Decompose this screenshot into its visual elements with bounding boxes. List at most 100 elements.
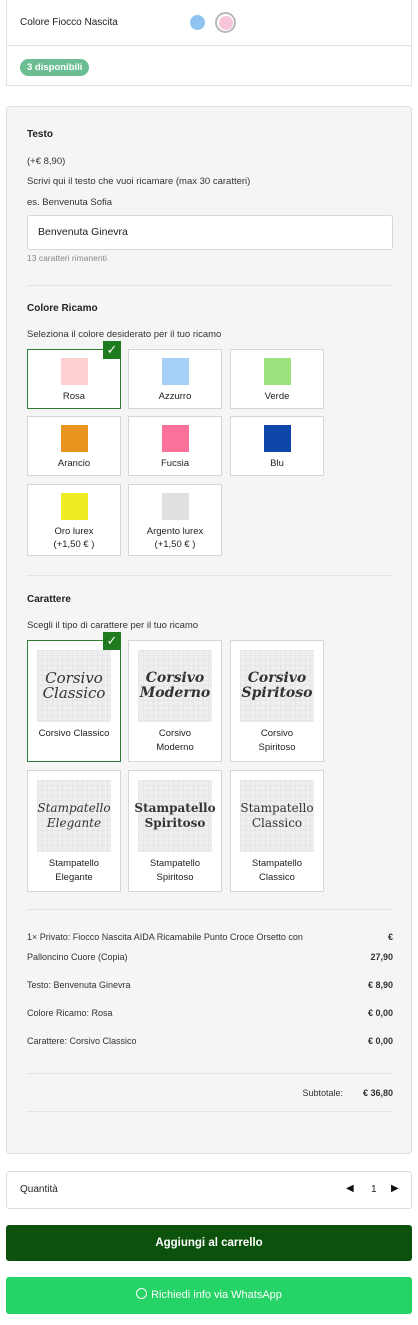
color-swatch <box>161 425 189 452</box>
font-preview: Corsivo Spiritoso <box>240 650 314 722</box>
summary-line-label: Carattere: Corsivo Classico <box>27 1036 137 1046</box>
color-option-label: Oro lurex <box>54 526 94 537</box>
checkmark-icon: ✓ <box>103 341 121 359</box>
font-preview-text: Corsivo Spiritoso <box>241 670 313 701</box>
font-option-label: Stampatello Elegante <box>48 858 100 883</box>
font-option-corsivo-classico[interactable]: ✓ Corsivo Classico Corsivo Classico <box>27 632 121 762</box>
embroidery-color-title: Colore Ricamo <box>27 303 98 314</box>
divider <box>27 285 393 286</box>
color-swatch <box>263 425 291 452</box>
color-option-label: Verde <box>264 391 290 402</box>
subtotal-row: Subtotale: € 36,80 <box>27 1083 393 1103</box>
bow-color-option: Colore Fiocco Nascita <box>6 0 412 46</box>
font-preview: Corsivo Classico <box>37 650 111 722</box>
summary-line: Carattere: Corsivo Classico € 0,00 <box>27 1031 393 1051</box>
color-option-arancio[interactable]: Arancio <box>27 416 121 476</box>
color-option-label: Azzurro <box>158 391 192 402</box>
text-section-title: Testo <box>27 129 53 140</box>
color-option-label: Fucsia <box>161 458 189 469</box>
color-option-oro-lurex[interactable]: Oro lurex (+1,50 € ) <box>27 484 121 556</box>
font-option-label: Corsivo Classico <box>38 728 110 739</box>
color-option-price: (+1,50 € ) <box>53 539 95 550</box>
add-to-cart-button[interactable]: Aggiungi al carrello <box>6 1225 412 1261</box>
summary-line: Testo: Benvenuta Ginevra € 8,90 <box>27 975 393 995</box>
color-option-blu[interactable]: Blu <box>230 416 324 476</box>
triangle-right-icon[interactable]: ▶ <box>391 1183 399 1194</box>
summary-line-label: Colore Ricamo: Rosa <box>27 1008 113 1018</box>
font-option-label: Stampatello Classico <box>251 858 303 883</box>
color-option-fucsia[interactable]: Fucsia <box>128 416 222 476</box>
divider <box>27 909 393 910</box>
whatsapp-button-label: Richiedi info via WhatsApp <box>151 1289 282 1301</box>
color-swatch <box>60 493 88 520</box>
color-option-azzurro[interactable]: Azzurro <box>128 349 222 409</box>
font-preview: Stampatello Classico <box>240 780 314 852</box>
font-section-title: Carattere <box>27 594 71 605</box>
color-swatch <box>161 493 189 520</box>
quantity-label: Quantità <box>20 1184 58 1195</box>
summary-line-value: € 0,00 <box>367 1036 393 1046</box>
font-preview-text: Corsivo Classico <box>42 669 106 702</box>
divider <box>27 1111 393 1112</box>
text-instructions: Scrivi qui il testo che vuoi ricamare (m… <box>27 176 251 187</box>
bow-color-label: Colore Fiocco Nascita <box>20 17 118 28</box>
embroidery-color-instructions: Seleziona il colore desiderato per il tu… <box>27 329 222 340</box>
color-swatch <box>161 358 189 385</box>
font-preview-text: Stampatello Classico <box>240 801 314 830</box>
font-option-stampatello-classico[interactable]: Stampatello Classico Stampatello Classic… <box>230 770 324 892</box>
quantity-value[interactable]: 1 <box>371 1184 377 1195</box>
font-preview-text: Stampatello Spiritoso <box>134 801 216 830</box>
summary-product-label: 1× Privato: Fiocco Nascita AIDA Ricamabi… <box>27 932 303 962</box>
swatch-pink-fill <box>218 15 233 30</box>
embroidery-text-input[interactable]: Benvenuta Ginevra <box>27 215 393 250</box>
font-section-instructions: Scegli il tipo di carattere per il tuo r… <box>27 620 199 631</box>
summary-product-line: 1× Privato: Fiocco Nascita AIDA Ricamabi… <box>27 927 393 969</box>
summary-product-currency: € <box>387 932 393 942</box>
summary-line-label: Testo: Benvenuta Ginevra <box>27 980 131 990</box>
checkmark-icon: ✓ <box>103 632 121 650</box>
stock-badge: 3 disponibili <box>20 59 90 76</box>
divider <box>27 575 393 576</box>
color-swatch <box>60 358 88 385</box>
color-option-price: (+1,50 € ) <box>154 539 196 550</box>
divider <box>27 1073 393 1074</box>
customization-panel: Testo (+€ 8,90) Scrivi qui il testo che … <box>6 106 412 1154</box>
color-option-label: Argento lurex <box>146 526 204 537</box>
font-option-corsivo-moderno[interactable]: Corsivo Moderno Corsivo Moderno <box>128 640 222 762</box>
color-swatch <box>263 358 291 385</box>
color-option-label: Arancio <box>57 458 91 469</box>
color-swatch <box>60 425 88 452</box>
subtotal-label: Subtotale: <box>302 1088 343 1098</box>
stock-row: 3 disponibili <box>6 46 412 86</box>
summary-line: Colore Ricamo: Rosa € 0,00 <box>27 1003 393 1023</box>
whatsapp-icon <box>136 1288 148 1299</box>
font-option-stampatello-elegante[interactable]: Stampatello Elegante Stampatello Elegant… <box>27 770 121 892</box>
font-preview-text: Stampatello Elegante <box>37 801 111 830</box>
quantity-selector: Quantità ◀ 1 ▶ <box>6 1171 412 1209</box>
font-option-label: Corsivo Spiritoso <box>258 728 296 753</box>
text-price: (+€ 8,90) <box>27 156 66 167</box>
characters-remaining: 13 caratteri rimanenti <box>27 253 107 263</box>
font-option-label: Corsivo Moderno <box>156 728 194 753</box>
color-option-rosa[interactable]: ✓ Rosa <box>27 341 121 409</box>
font-preview: Stampatello Elegante <box>37 780 111 852</box>
font-option-label: Stampatello Spiritoso <box>149 858 201 883</box>
text-example: es. Benvenuta Sofia <box>27 197 113 208</box>
color-option-label: Rosa <box>62 391 86 402</box>
subtotal-value: € 36,80 <box>362 1088 393 1098</box>
summary-line-value: € 8,90 <box>367 980 393 990</box>
font-option-corsivo-spiritoso[interactable]: Corsivo Spiritoso Corsivo Spiritoso <box>230 640 324 762</box>
swatch-light-blue[interactable] <box>190 15 205 30</box>
font-option-stampatello-spiritoso[interactable]: Stampatello Spiritoso Stampatello Spirit… <box>128 770 222 892</box>
color-option-argento-lurex[interactable]: Argento lurex (+1,50 € ) <box>128 484 222 556</box>
triangle-left-icon[interactable]: ◀ <box>346 1183 354 1194</box>
summary-product-price: 27,90 <box>370 952 393 962</box>
color-option-verde[interactable]: Verde <box>230 349 324 409</box>
whatsapp-info-button[interactable]: Richiedi info via WhatsApp <box>6 1277 412 1314</box>
font-preview-text: Corsivo Moderno <box>139 670 211 701</box>
font-preview: Corsivo Moderno <box>138 650 212 722</box>
font-preview: Stampatello Spiritoso <box>134 780 216 852</box>
color-option-label: Blu <box>270 458 284 469</box>
swatch-pink-selected[interactable] <box>215 12 236 33</box>
summary-line-value: € 0,00 <box>367 1008 393 1018</box>
